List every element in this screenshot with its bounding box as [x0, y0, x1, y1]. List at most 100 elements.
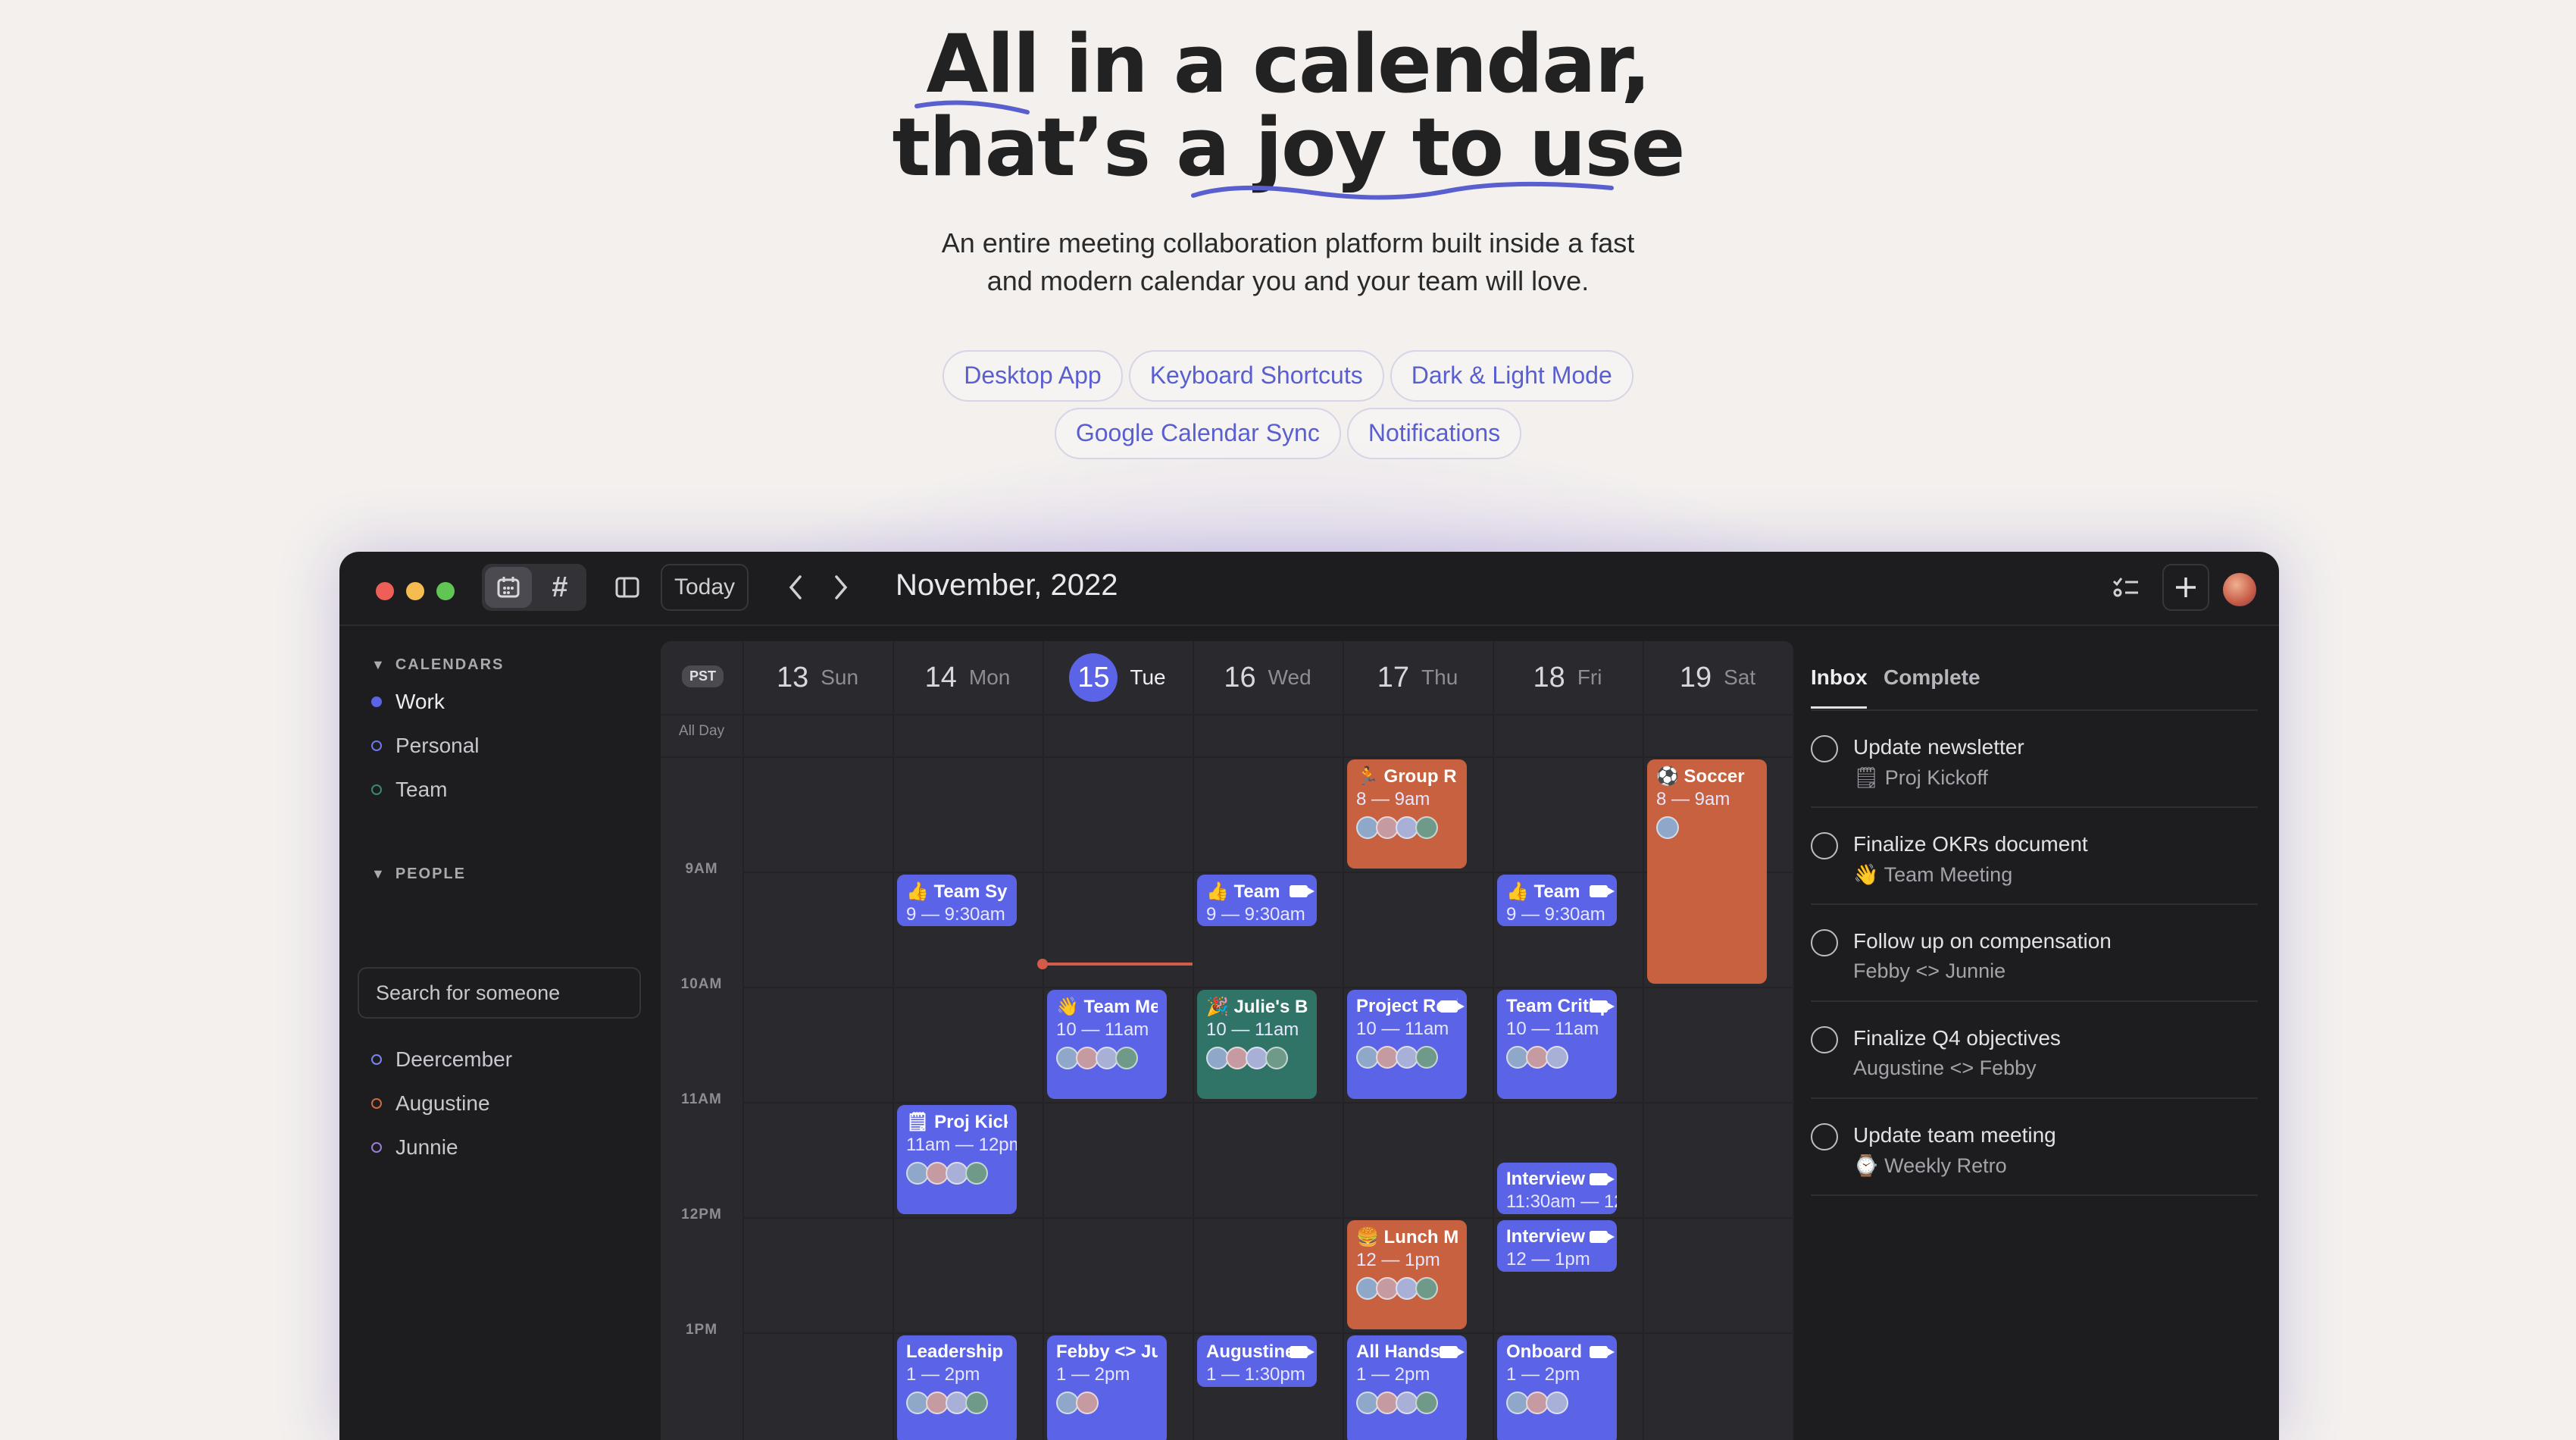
- event-time: 1 — 1:30pm: [1206, 1364, 1305, 1385]
- chevron-left-icon: [789, 575, 802, 599]
- day-divider: [1793, 641, 1794, 1440]
- chip-keyboard-shortcuts[interactable]: Keyboard Shortcuts: [1128, 350, 1384, 402]
- attendee-avatar: [965, 1391, 988, 1414]
- prev-week-button[interactable]: [779, 564, 812, 611]
- attendee-avatar: [1546, 1046, 1568, 1069]
- chip-notifications[interactable]: Notifications: [1346, 408, 1522, 459]
- event-time: 1 — 2pm: [1506, 1364, 1580, 1385]
- headline-line1: All in a calendar,: [926, 17, 1651, 111]
- calendar-view-button[interactable]: [485, 567, 532, 608]
- event-title: 🏃 Group Run: [1356, 766, 1458, 787]
- day-divider: [742, 641, 744, 1440]
- maximize-window-button[interactable]: [436, 582, 455, 600]
- day-header-wed[interactable]: 16 Wed: [1193, 641, 1343, 714]
- new-event-button[interactable]: [2162, 564, 2209, 611]
- close-window-button[interactable]: [376, 582, 394, 600]
- event-title: 🎉 Julie's Bday: [1206, 997, 1308, 1017]
- attendee-avatar: [1656, 816, 1679, 839]
- event-time: 1 — 2pm: [1356, 1364, 1430, 1385]
- task-checkbox[interactable]: [1811, 832, 1838, 859]
- day-number: 17: [1377, 661, 1410, 693]
- day-number: 13: [776, 661, 809, 693]
- event-card[interactable]: 👍 Team 9 — 9:30am: [1197, 875, 1317, 926]
- sidebar-toggle-button[interactable]: [606, 564, 649, 611]
- today-button[interactable]: Today: [661, 564, 749, 611]
- next-week-button[interactable]: [824, 564, 858, 611]
- task-checkbox[interactable]: [1811, 1123, 1838, 1150]
- event-card[interactable]: Interview 12 — 1pm: [1497, 1220, 1617, 1272]
- tab-inbox[interactable]: Inbox: [1811, 665, 1868, 690]
- task-item[interactable]: Update newsletter 🗒 Proj Kickoff: [1811, 711, 2258, 808]
- event-card[interactable]: All Hands 1 — 2pm: [1347, 1335, 1467, 1440]
- event-time: 10 — 11am: [1206, 1019, 1299, 1040]
- chip-google-calendar-sync[interactable]: Google Calendar Sync: [1054, 408, 1341, 459]
- event-card[interactable]: Interview 11:30am — 12: [1497, 1163, 1617, 1214]
- event-card[interactable]: 🏃 Group Run8 — 9am: [1347, 759, 1467, 869]
- minimize-window-button[interactable]: [406, 582, 424, 600]
- event-title: 🍔 Lunch Meet: [1356, 1227, 1458, 1247]
- time-label: 11AM: [681, 1091, 722, 1107]
- event-card[interactable]: Leadership Sync1 — 2pm: [897, 1335, 1017, 1440]
- event-card[interactable]: 🗒 Proj Kickoff 11am — 12pm: [897, 1105, 1017, 1214]
- tasks-button[interactable]: [2105, 564, 2147, 611]
- day-header-fri[interactable]: 18 Fri: [1493, 641, 1643, 714]
- people-heading[interactable]: ▼ PEOPLE: [371, 866, 466, 883]
- event-card[interactable]: 🍔 Lunch Meet 12 — 1pm: [1347, 1220, 1467, 1329]
- event-time: 1 — 2pm: [906, 1364, 980, 1385]
- task-item[interactable]: Finalize OKRs document 👋 Team Meeting: [1811, 808, 2258, 905]
- task-item[interactable]: Follow up on compensation Febby <> Junnie: [1811, 905, 2258, 1002]
- avatar[interactable]: [2223, 573, 2256, 606]
- task-checkbox[interactable]: [1811, 1026, 1838, 1053]
- plus-icon: [2176, 578, 2196, 597]
- task-item[interactable]: Update team meeting ⌚ Weekly Retro: [1811, 1099, 2258, 1196]
- event-card[interactable]: 👍 Team 9 — 9:30am: [1497, 875, 1617, 926]
- calendar-color-dot: [371, 784, 382, 795]
- tab-complete[interactable]: Complete: [1884, 665, 1980, 690]
- chip-desktop-app[interactable]: Desktop App: [943, 350, 1123, 402]
- event-title: 👍 Team Sync: [906, 881, 1008, 902]
- event-card[interactable]: Project Review10 — 11am: [1347, 990, 1467, 1099]
- event-card[interactable]: 👍 Team Sync9 — 9:30am: [897, 875, 1017, 926]
- calendars-heading[interactable]: ▼ CALENDARS: [371, 656, 504, 674]
- time-label: 12PM: [681, 1207, 722, 1222]
- video-camera-icon: [1590, 1173, 1615, 1185]
- event-time: 10 — 11am: [1056, 1019, 1149, 1040]
- day-header-sun[interactable]: 13 Sun: [742, 641, 893, 714]
- subtitle: An entire meeting collaboration platform…: [941, 227, 1635, 296]
- event-time: 9 — 9:30am: [1206, 904, 1305, 925]
- sidebar: ▼ CALENDARS Work Personal Team ▼ PEOPLE Se…: [339, 625, 658, 1440]
- calendar-item-team[interactable]: Team: [371, 778, 447, 802]
- chip-dark-light-mode[interactable]: Dark & Light Mode: [1390, 350, 1633, 402]
- event-card[interactable]: 👋 Team Meeting10 — 11am: [1047, 990, 1167, 1099]
- event-card[interactable]: 🎉 Julie's Bday10 — 11am: [1197, 990, 1317, 1099]
- day-header-sat[interactable]: 19 Sat: [1643, 641, 1793, 714]
- event-time: 11am — 12pm: [906, 1135, 1017, 1155]
- hashtag-icon[interactable]: #: [536, 567, 583, 608]
- event-title: 🗒 Proj Kickoff: [906, 1112, 1008, 1132]
- day-header-thu[interactable]: 17 Thu: [1343, 641, 1493, 714]
- day-divider: [1493, 641, 1494, 1440]
- calendar-item-work[interactable]: Work: [371, 690, 445, 714]
- day-header-mon[interactable]: 14 Mon: [893, 641, 1043, 714]
- day-header-tue[interactable]: 15 Tue: [1043, 641, 1193, 714]
- person-item-augustine[interactable]: Augustine: [371, 1091, 490, 1116]
- caret-down-icon: ▼: [371, 866, 386, 881]
- task-item[interactable]: Finalize Q4 objectives Augustine <> Febby: [1811, 1002, 2258, 1099]
- event-card[interactable]: ⚽ Soccer 8 — 9am: [1647, 759, 1767, 984]
- calendar-item-personal[interactable]: Personal: [371, 734, 480, 758]
- time-label: 10AM: [680, 976, 723, 992]
- video-camera-icon: [1440, 1000, 1465, 1013]
- event-card[interactable]: Team Critique10 — 11am: [1497, 990, 1617, 1099]
- day-divider: [1043, 641, 1044, 1440]
- person-item-deercember[interactable]: Deercember: [371, 1047, 512, 1072]
- task-checkbox[interactable]: [1811, 735, 1838, 762]
- chevron-right-icon: [835, 575, 848, 599]
- person-item-junnie[interactable]: Junnie: [371, 1135, 458, 1160]
- event-attendees: [1356, 1046, 1458, 1069]
- people-search-input[interactable]: Search for someone: [358, 967, 641, 1019]
- event-card[interactable]: Febby <> Junnie1 — 2pm: [1047, 1335, 1167, 1440]
- task-checkbox[interactable]: [1811, 929, 1838, 956]
- event-card[interactable]: Augustine 1 — 1:30pm: [1197, 1335, 1317, 1387]
- event-time: 11:30am — 12: [1506, 1191, 1617, 1212]
- event-card[interactable]: Onboard 1 — 2pm: [1497, 1335, 1617, 1440]
